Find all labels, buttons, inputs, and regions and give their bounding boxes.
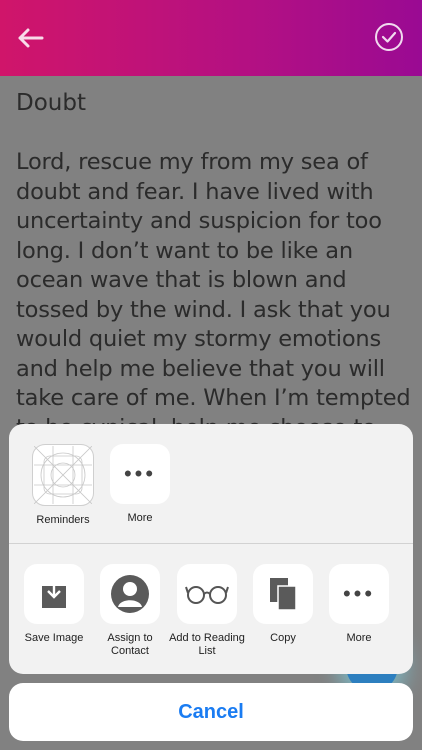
more-dots-icon: ••• [110,444,170,504]
share-app-reminders[interactable]: Reminders [23,444,103,527]
share-apps-row: Reminders ••• More [9,424,413,543]
action-label: Assign to Contact [107,632,153,657]
share-sheet: Reminders ••• More Save Image Assign to … [9,424,413,674]
action-add-reading-list[interactable]: Add to Reading List [167,564,247,658]
arrow-left-icon[interactable] [14,22,46,54]
prayer-title: Doubt [16,90,86,116]
share-app-more[interactable]: ••• More [100,444,180,525]
copy-icon [253,564,313,624]
app-header [0,0,422,76]
more-dots-icon: ••• [329,564,389,624]
cancel-button[interactable]: Cancel [9,683,413,741]
action-assign-contact[interactable]: Assign to Contact [90,564,170,658]
share-actions-row: Save Image Assign to Contact Add to Read… [9,544,413,674]
action-copy[interactable]: Copy [243,564,323,645]
action-label: More [346,632,372,644]
save-image-icon [24,564,84,624]
action-label: Add to Reading List [169,632,245,657]
glasses-icon [177,564,237,624]
contact-silhouette-icon [100,564,160,624]
action-save-image[interactable]: Save Image [14,564,94,645]
share-app-label: More [127,512,153,524]
check-circle-icon[interactable] [374,22,404,52]
reminders-app-icon [32,444,94,506]
share-app-label: Reminders [36,514,90,526]
action-label: Save Image [24,632,84,644]
action-label: Copy [270,632,296,644]
action-more[interactable]: ••• More [319,564,399,645]
